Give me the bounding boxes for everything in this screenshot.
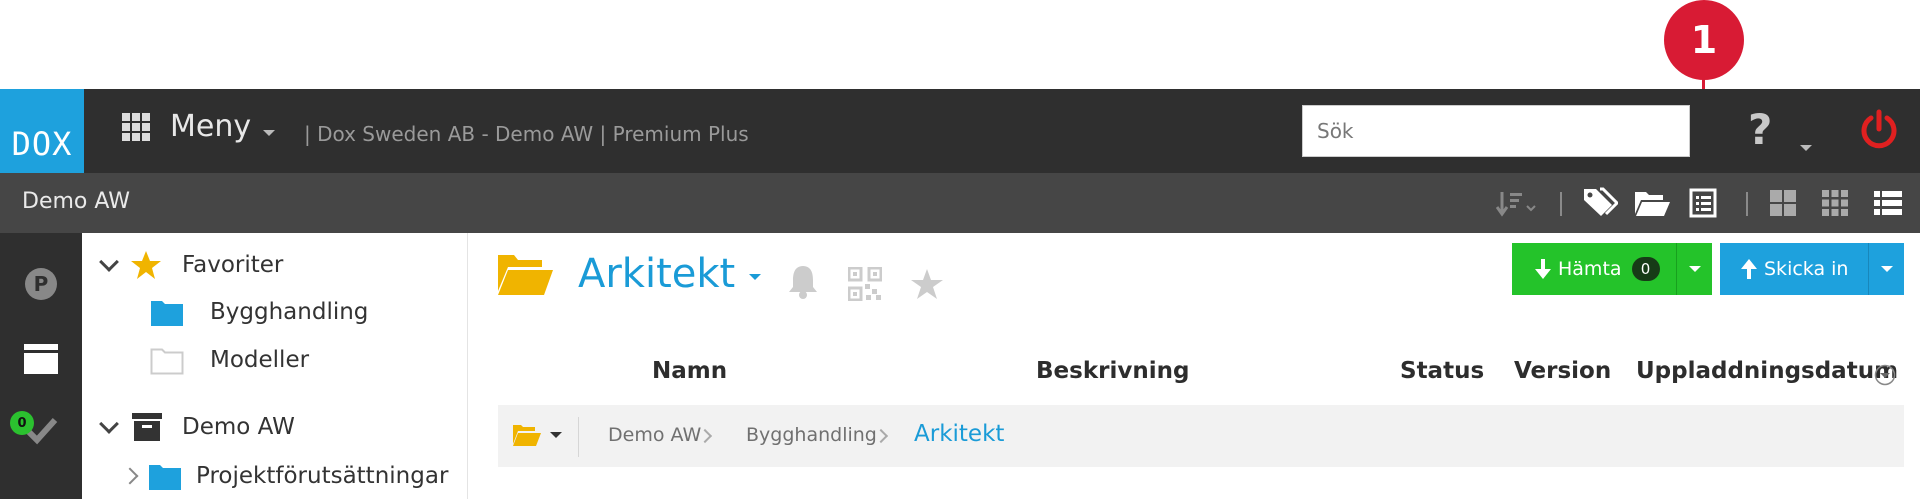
upload-label: Skicka in bbox=[1764, 258, 1849, 280]
download-count-badge: 0 bbox=[1631, 257, 1660, 281]
archive-box-icon[interactable] bbox=[0, 343, 82, 375]
column-header-description[interactable]: Beskrivning bbox=[1036, 358, 1189, 384]
chevron-down-icon[interactable] bbox=[99, 252, 119, 272]
folder-header: Arkitekt bbox=[496, 251, 762, 297]
qr-code-icon[interactable] bbox=[848, 267, 882, 301]
logo-text: DOX bbox=[11, 125, 73, 163]
breadcrumb-current[interactable]: Arkitekt bbox=[914, 421, 1004, 447]
column-header-status[interactable]: Status bbox=[1400, 358, 1484, 384]
list-view-icon[interactable] bbox=[1870, 173, 1906, 233]
project-toolbar: Demo AW bbox=[0, 173, 1920, 233]
parking-icon[interactable]: P bbox=[0, 267, 82, 301]
top-bar: DOX Meny | Dox Sweden AB - Demo AW | Pre… bbox=[0, 89, 1920, 173]
tree-label: Modeller bbox=[210, 347, 310, 373]
callout-badge: 1 bbox=[1664, 0, 1744, 80]
tree-label: Demo AW bbox=[182, 414, 295, 440]
main-menu-button[interactable]: Meny bbox=[122, 109, 276, 144]
breadcrumb-divider bbox=[578, 417, 579, 457]
breadcrumb-item[interactable]: Bygghandling bbox=[746, 424, 877, 446]
chevron-down-icon bbox=[1880, 266, 1893, 272]
download-label: Hämta bbox=[1558, 258, 1622, 280]
chevron-down-icon bbox=[263, 129, 276, 136]
toolbar-divider bbox=[1746, 192, 1748, 216]
folder-tree: Favoriter Bygghandling Modeller Demo AW bbox=[82, 233, 468, 499]
tags-icon[interactable] bbox=[1580, 173, 1620, 233]
tree-item-bygghandling[interactable]: Bygghandling bbox=[150, 297, 368, 327]
tree-item-favorites[interactable]: Favoriter bbox=[99, 249, 284, 281]
upload-dropdown-button[interactable] bbox=[1868, 243, 1904, 295]
arrow-up-icon bbox=[1741, 259, 1757, 279]
search-input[interactable] bbox=[1302, 105, 1690, 157]
star-icon[interactable] bbox=[910, 267, 944, 301]
sort-icon[interactable] bbox=[1496, 173, 1540, 233]
svg-text:P: P bbox=[34, 272, 49, 296]
open-folder-icon bbox=[498, 255, 553, 295]
column-header-name[interactable]: Namn bbox=[652, 358, 727, 384]
empty-folder-icon bbox=[150, 348, 184, 375]
tree-item-demo-aw[interactable]: Demo AW bbox=[99, 413, 295, 441]
chevron-down-icon[interactable] bbox=[99, 414, 119, 434]
breadcrumb-item[interactable]: Demo AW bbox=[608, 424, 701, 446]
sort-dropdown-icon[interactable] bbox=[1874, 364, 1896, 386]
column-header-upload-date[interactable]: Uppladdningsdatum bbox=[1636, 358, 1898, 384]
tasks-badge: 0 bbox=[10, 411, 34, 435]
tree-item-projektforutsattningar[interactable]: Projektförutsättningar bbox=[121, 461, 449, 491]
tree-label: Favoriter bbox=[182, 252, 284, 278]
open-folder-icon bbox=[513, 425, 541, 446]
archive-box-icon bbox=[132, 413, 162, 441]
upload-button[interactable]: Skicka in bbox=[1720, 243, 1904, 295]
main-content: Arkitekt Hämta 0 Skicka in Namn Beskrivn… bbox=[468, 233, 1920, 499]
column-header-version[interactable]: Version bbox=[1514, 358, 1611, 384]
download-button[interactable]: Hämta 0 bbox=[1512, 243, 1712, 295]
download-dropdown-button[interactable] bbox=[1676, 243, 1712, 295]
folder-picker-button[interactable] bbox=[512, 423, 562, 447]
star-icon bbox=[131, 251, 161, 279]
help-chevron-down-icon[interactable] bbox=[1800, 145, 1812, 151]
open-folder-icon[interactable] bbox=[1632, 173, 1672, 233]
chevron-down-icon bbox=[550, 432, 562, 438]
menu-label: Meny bbox=[170, 109, 252, 144]
folder-icon bbox=[149, 465, 181, 490]
app-window: 1 DOX Meny | Dox Sweden AB - Demo AW | P… bbox=[0, 0, 1920, 499]
breadcrumb: Demo AW Bygghandling Arkitekt bbox=[498, 405, 1904, 467]
chevron-down-icon bbox=[1688, 266, 1701, 272]
tree-label: Projektförutsättningar bbox=[196, 463, 449, 489]
tree-label: Bygghandling bbox=[210, 299, 369, 325]
large-grid-icon[interactable] bbox=[1766, 173, 1800, 233]
project-title: Demo AW bbox=[22, 189, 130, 214]
chevron-right-icon[interactable] bbox=[121, 467, 139, 485]
folder-title[interactable]: Arkitekt bbox=[578, 251, 735, 297]
bell-icon[interactable] bbox=[786, 263, 820, 299]
tenant-info: | Dox Sweden AB - Demo AW | Premium Plus bbox=[304, 122, 749, 146]
dox-logo[interactable]: DOX bbox=[0, 89, 84, 173]
toolbar-divider bbox=[1560, 192, 1562, 216]
help-icon[interactable]: ? bbox=[1748, 105, 1772, 154]
arrow-down-icon bbox=[1535, 259, 1551, 279]
power-icon[interactable] bbox=[1858, 109, 1900, 151]
tree-item-modeller[interactable]: Modeller bbox=[150, 345, 309, 375]
list-details-icon[interactable] bbox=[1686, 173, 1720, 233]
folder-icon bbox=[151, 301, 183, 326]
folder-menu-chevron-icon[interactable] bbox=[749, 274, 762, 280]
apps-grid-icon bbox=[122, 112, 150, 141]
left-rail: P 0 bbox=[0, 233, 82, 499]
small-grid-icon[interactable] bbox=[1818, 173, 1852, 233]
